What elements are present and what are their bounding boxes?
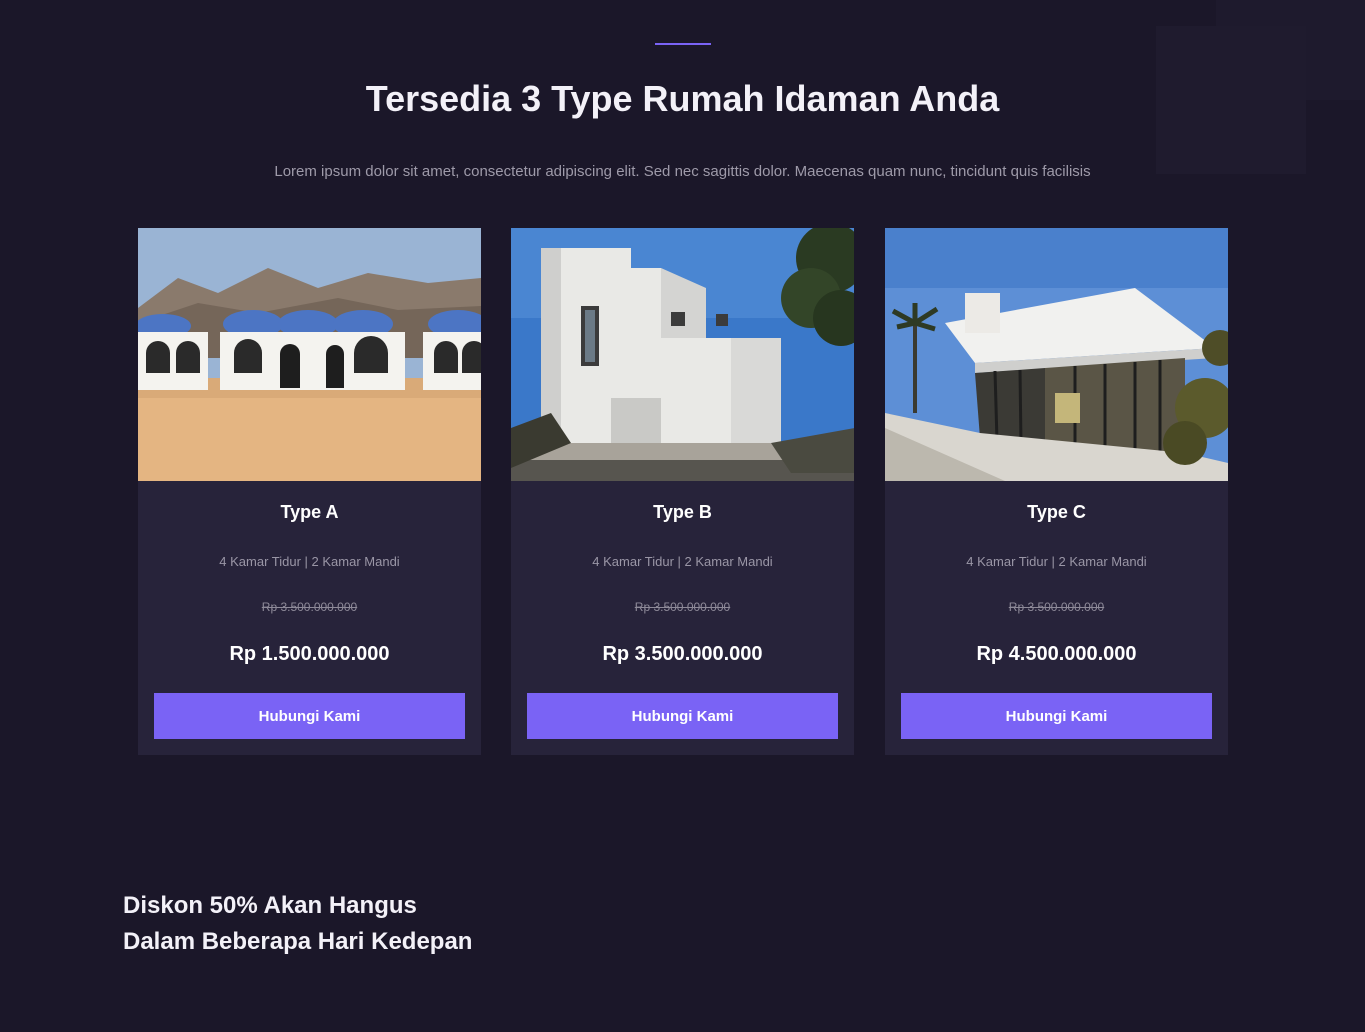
- card-room-info: 4 Kamar Tidur | 2 Kamar Mandi: [219, 554, 400, 569]
- house-image-type-c: [885, 228, 1228, 481]
- promo-heading: Diskon 50% Akan Hangus Dalam Beberapa Ha…: [123, 888, 472, 960]
- card-title: Type A: [280, 502, 339, 522]
- card-price: Rp 1.500.000.000: [229, 643, 390, 665]
- card-title: Type C: [1027, 502, 1086, 522]
- contact-button-type-b[interactable]: Hubungi Kami: [527, 693, 838, 739]
- card-room-info: 4 Kamar Tidur | 2 Kamar Mandi: [966, 554, 1147, 569]
- title-accent-line: [655, 43, 711, 45]
- card-price: Rp 3.500.000.000: [602, 643, 763, 665]
- house-card-type-a: Type A 4 Kamar Tidur | 2 Kamar Mandi Rp …: [138, 228, 481, 755]
- card-price: Rp 4.500.000.000: [976, 643, 1137, 665]
- card-old-price: Rp 3.500.000.000: [261, 600, 358, 614]
- card-room-info: 4 Kamar Tidur | 2 Kamar Mandi: [592, 554, 773, 569]
- house-card-type-b: Type B 4 Kamar Tidur | 2 Kamar Mandi Rp …: [511, 228, 854, 755]
- card-old-price: Rp 3.500.000.000: [634, 600, 731, 614]
- card-old-price: Rp 3.500.000.000: [1008, 600, 1105, 614]
- house-image-type-b: [511, 228, 854, 481]
- house-image-type-a: [138, 228, 481, 481]
- house-card-type-c: Type C 4 Kamar Tidur | 2 Kamar Mandi Rp …: [885, 228, 1228, 755]
- promo-line-2: Dalam Beberapa Hari Kedepan: [123, 928, 473, 955]
- house-type-cards: Type A 4 Kamar Tidur | 2 Kamar Mandi Rp …: [138, 228, 1228, 755]
- promo-line-1: Diskon 50% Akan Hangus: [123, 892, 417, 919]
- section-description: Lorem ipsum dolor sit amet, consectetur …: [274, 163, 1091, 180]
- contact-button-type-a[interactable]: Hubungi Kami: [154, 693, 465, 739]
- contact-button-type-c[interactable]: Hubungi Kami: [901, 693, 1212, 739]
- section-title: Tersedia 3 Type Rumah Idaman Anda: [365, 78, 1000, 119]
- card-title: Type B: [653, 502, 712, 522]
